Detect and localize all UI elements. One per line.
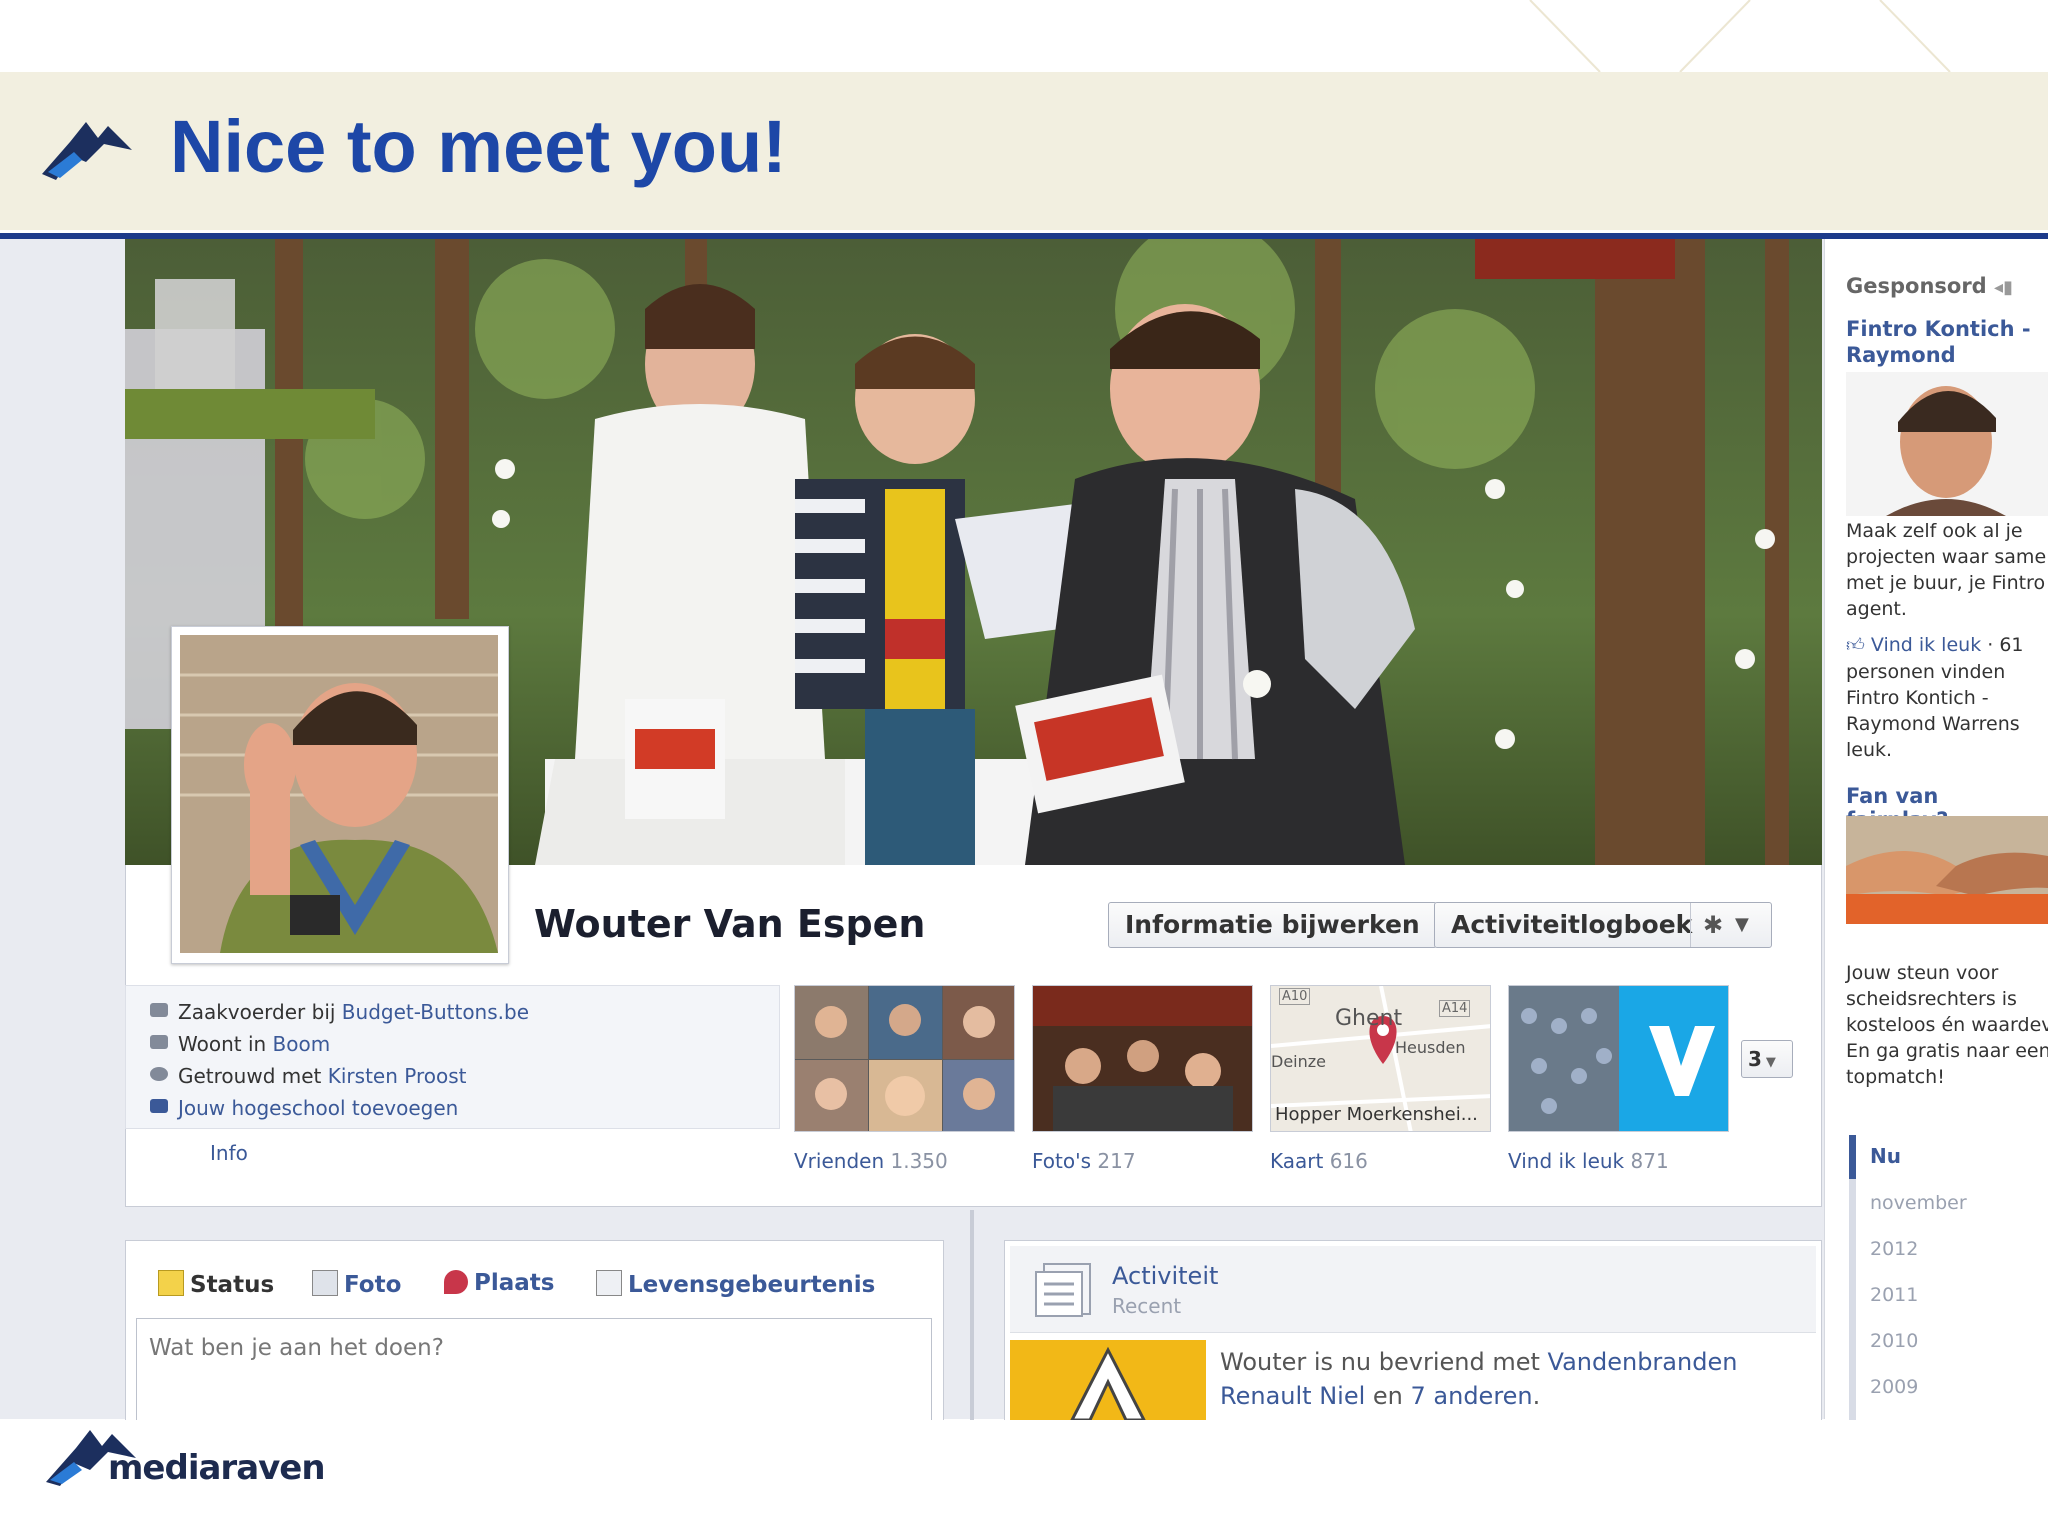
place-pin-icon (444, 1270, 468, 1294)
info-home: Woont in Boom (150, 1032, 331, 1056)
tab-status[interactable]: Status (158, 1270, 274, 1298)
profile-photo (180, 635, 498, 953)
activity-line-1: Wouter is nu bevriend met Vandenbranden (1220, 1348, 1738, 1376)
photo-icon (312, 1270, 338, 1296)
profile-info-box: Zaakvoerder bij Budget-Buttons.be Woont … (125, 985, 780, 1129)
add-school-link[interactable]: Jouw hogeschool toevoegen (178, 1096, 458, 1120)
map-tile[interactable]: A10 A14 Ghent Deinze Heusden Hopper Moer… (1270, 985, 1491, 1132)
tab-photo[interactable]: Foto (312, 1270, 401, 1298)
tab-place[interactable]: Plaats (444, 1270, 554, 1296)
activity-log-button[interactable]: Activiteitlogboek ✱ ▼ (1434, 902, 1772, 948)
activity-list-icon (1035, 1263, 1091, 1317)
like-link[interactable]: 👍︎ Vind ik leuk (1846, 634, 1981, 656)
raven-logo-icon (42, 122, 132, 180)
activity-title[interactable]: Activiteit (1112, 1262, 1218, 1290)
ad2-body: Jouw steun voor scheidsrechters is koste… (1846, 962, 2048, 1088)
photos-caption[interactable]: Foto's 217 (1032, 1149, 1136, 1173)
thumbs-up-icon: 👍︎ (1846, 635, 1865, 656)
work-link[interactable]: Budget-Buttons.be (342, 1000, 529, 1024)
timeline-now[interactable]: Nu (1870, 1144, 1901, 1168)
tab-life-event[interactable]: Levensgebeurtenis (596, 1270, 875, 1298)
sponsored-heading: Gesponsord ◂▮ (1846, 274, 2013, 298)
megaphone-icon: ◂▮ (1994, 277, 2013, 298)
timeline-rail-active (1849, 1135, 1856, 1179)
info-work: Zaakvoerder bij Budget-Buttons.be (150, 1000, 529, 1024)
more-tiles-button[interactable]: 3 ▼ (1741, 1040, 1793, 1078)
friend-link[interactable]: Vandenbranden (1548, 1348, 1738, 1376)
ad2-image[interactable] (1846, 816, 2048, 924)
briefcase-icon (150, 1003, 168, 1017)
graduation-cap-icon (150, 1099, 168, 1113)
renault-logo[interactable] (1010, 1340, 1206, 1420)
likes-tile[interactable] (1508, 985, 1729, 1132)
timeline-2011[interactable]: 2011 (1870, 1284, 1918, 1306)
info-link[interactable]: Info (210, 1141, 248, 1165)
photos-tile[interactable] (1032, 985, 1253, 1132)
timeline-2012[interactable]: 2012 (1870, 1238, 1918, 1260)
win-tickets-button[interactable]: Win tickets (1846, 926, 2048, 950)
status-icon (158, 1270, 184, 1296)
timeline-2010[interactable]: 2010 (1870, 1330, 1918, 1352)
ad1-likes: 👍︎ Vind ik leuk · 61 personen vinden Fin… (1846, 634, 2024, 761)
heart-icon (150, 1067, 168, 1081)
friends-photos (795, 986, 1014, 1131)
ad1-image[interactable] (1846, 372, 2048, 516)
likes-thumbnail (1509, 986, 1728, 1131)
chevron-down-icon: ▼ (1735, 914, 1749, 935)
likes-caption[interactable]: Vind ik leuk 871 (1508, 1149, 1669, 1173)
city-link[interactable]: Boom (273, 1032, 331, 1056)
timeline-2009[interactable]: 2009 (1870, 1376, 1918, 1398)
friend-link-2[interactable]: Renault Niel (1220, 1382, 1365, 1410)
profile-picture[interactable] (171, 626, 509, 964)
status-input[interactable]: Wat ben je aan het doen? (136, 1318, 932, 1428)
book-icon (596, 1270, 622, 1296)
info-school: Jouw hogeschool toevoegen (150, 1096, 458, 1120)
update-info-button[interactable]: Informatie bijwerken (1108, 902, 1437, 948)
photos-thumbnail (1033, 986, 1252, 1131)
others-link[interactable]: 7 anderen (1411, 1382, 1533, 1410)
map-caption[interactable]: Kaart 616 (1270, 1149, 1368, 1173)
info-relationship: Getrouwd met Kirsten Proost (150, 1064, 467, 1088)
activity-subtitle: Recent (1112, 1294, 1182, 1318)
chevron-down-icon: ▼ (1765, 1055, 1776, 1070)
timeline-november[interactable]: november (1870, 1192, 1967, 1214)
settings-dropdown[interactable]: ✱ ▼ (1690, 903, 1771, 947)
timeline-spine (970, 1210, 974, 1420)
house-icon (150, 1035, 168, 1049)
spouse-link[interactable]: Kirsten Proost (328, 1064, 467, 1088)
activity-line-2: Renault Niel en 7 anderen. (1220, 1382, 1541, 1410)
ad1-body: Maak zelf ook al je projecten waar same … (1846, 520, 2047, 620)
activity-log-label: Activiteitlogboek (1451, 910, 1693, 939)
status-placeholder: Wat ben je aan het doen? (149, 1335, 444, 1361)
profile-name[interactable]: Wouter Van Espen (534, 902, 926, 946)
slide-title: Nice to meet you! (170, 105, 787, 188)
gear-icon: ✱ (1703, 911, 1724, 939)
friends-caption[interactable]: Vrienden 1.350 (794, 1149, 948, 1173)
friends-tile[interactable] (794, 985, 1015, 1132)
mediaraven-wordmark: mediaraven (108, 1448, 326, 1488)
